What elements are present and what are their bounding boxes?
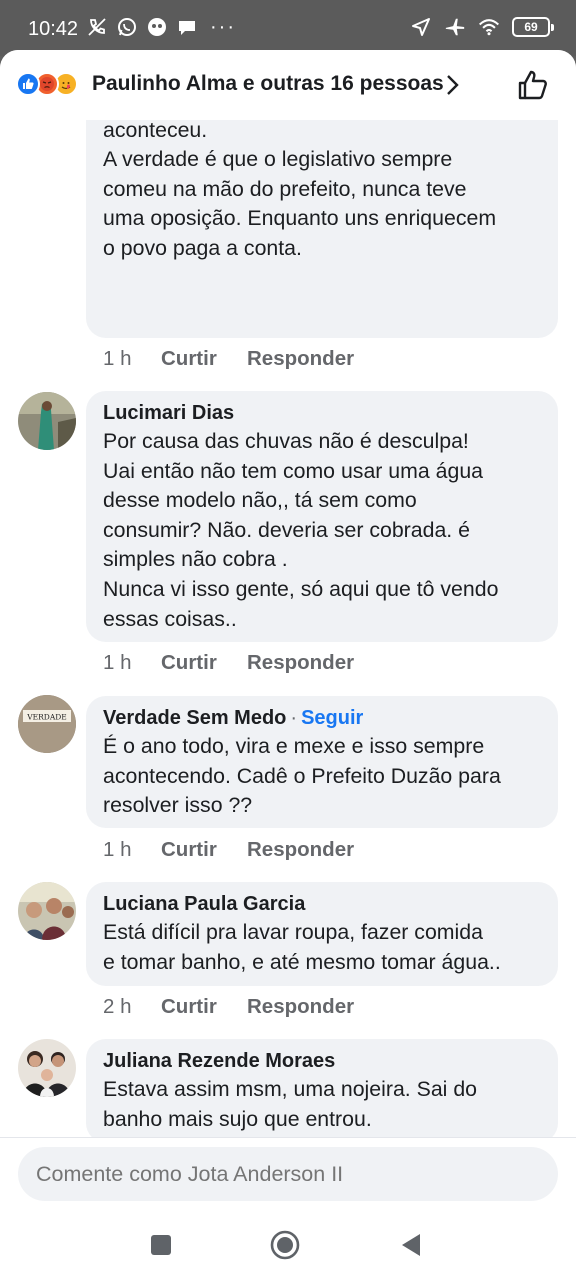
more-notifications-icon: ··· — [210, 16, 236, 38]
battery-icon: 69 — [512, 17, 554, 37]
like-comment-button[interactable]: Curtir — [161, 651, 247, 675]
app-icon — [146, 16, 168, 38]
comment-actions: 1 h Curtir Responder — [103, 347, 354, 371]
comment-bubble[interactable]: Lucimari Dias Por causa das chuvas não é… — [86, 391, 558, 642]
system-nav-bar — [0, 1210, 576, 1280]
avatar[interactable] — [18, 882, 76, 940]
reactions-header: Paulinho Alma e outras 16 pessoas — [0, 50, 576, 120]
comment-bubble[interactable]: mudou de nome e segue com se nada aconte… — [86, 100, 558, 338]
like-comment-button[interactable]: Curtir — [161, 347, 247, 371]
comment-time: 1 h — [103, 347, 132, 370]
location-icon — [410, 16, 432, 38]
comment-time: 1 h — [103, 651, 132, 674]
comments-sheet: Paulinho Alma e outras 16 pessoas mudou … — [0, 50, 576, 1210]
avatar[interactable]: VERDADE — [18, 695, 76, 753]
reply-button[interactable]: Responder — [247, 651, 354, 675]
whatsapp-icon — [116, 16, 138, 38]
home-button[interactable] — [270, 1230, 300, 1260]
like-post-button[interactable] — [516, 68, 550, 102]
comment-author-row: Verdade Sem Medo · Seguir — [103, 706, 540, 730]
avatar-label: VERDADE — [26, 713, 66, 722]
system-icons: 69 — [410, 16, 554, 38]
comment-bubble[interactable]: Verdade Sem Medo · Seguir É o ano todo, vi… — [86, 696, 558, 828]
recents-button[interactable] — [146, 1230, 176, 1260]
comment-text: Por causa das chuvas não é desculpa! Uai… — [103, 429, 499, 631]
avatar[interactable] — [18, 392, 76, 450]
comment-input[interactable] — [18, 1147, 558, 1201]
comment-actions: 1 h Curtir Responder — [103, 651, 354, 675]
comment-author[interactable]: Verdade Sem Medo — [103, 707, 286, 729]
follow-button[interactable]: Seguir — [301, 707, 363, 729]
chat-icon — [176, 16, 198, 38]
avatar[interactable] — [18, 1039, 76, 1097]
comment-author[interactable]: Lucimari Dias — [103, 401, 540, 425]
comment-text: Estava assim msm, uma nojeira. Sai do ba… — [103, 1077, 478, 1131]
reply-button[interactable]: Responder — [247, 347, 354, 371]
comment-actions: 1 h Curtir Responder — [103, 838, 354, 862]
separator-dot: · — [290, 707, 298, 729]
comment-time: 1 h — [103, 838, 132, 861]
comment-actions: 2 h Curtir Responder — [103, 995, 354, 1019]
comment-time: 2 h — [103, 995, 132, 1018]
like-comment-button[interactable]: Curtir — [161, 838, 247, 862]
status-bar: 10:42 ··· 69 — [0, 0, 576, 56]
wifi-icon — [478, 16, 500, 38]
chevron-right-icon[interactable] — [440, 70, 464, 100]
status-time: 10:42 — [28, 18, 79, 40]
comment-text: Está difícil pra lavar roupa, fazer comi… — [103, 920, 501, 974]
notification-icons: ··· — [86, 16, 236, 38]
reply-button[interactable]: Responder — [247, 995, 354, 1019]
reactions-summary[interactable]: Paulinho Alma e outras 16 pessoas — [92, 72, 444, 96]
comment-text: mudou de nome e segue com se nada aconte… — [103, 100, 497, 260]
reply-button[interactable]: Responder — [247, 838, 354, 862]
like-reaction-icon — [16, 72, 40, 96]
comment-bubble[interactable]: Juliana Rezende Moraes Estava assim msm,… — [86, 1039, 558, 1140]
comment-composer — [0, 1137, 576, 1210]
reaction-icons[interactable] — [16, 72, 78, 96]
like-comment-button[interactable]: Curtir — [161, 995, 247, 1019]
comment-author[interactable]: Luciana Paula Garcia — [103, 892, 540, 916]
airplane-icon — [444, 16, 466, 38]
back-button[interactable] — [396, 1230, 426, 1260]
muted-call-icon — [86, 16, 108, 38]
comment-bubble[interactable]: Luciana Paula Garcia Está difícil pra la… — [86, 882, 558, 986]
comments-list: mudou de nome e segue com se nada aconte… — [0, 100, 576, 1140]
comment-author[interactable]: Juliana Rezende Moraes — [103, 1049, 540, 1073]
comment-text: É o ano todo, vira e mexe e isso sempre … — [103, 734, 501, 818]
